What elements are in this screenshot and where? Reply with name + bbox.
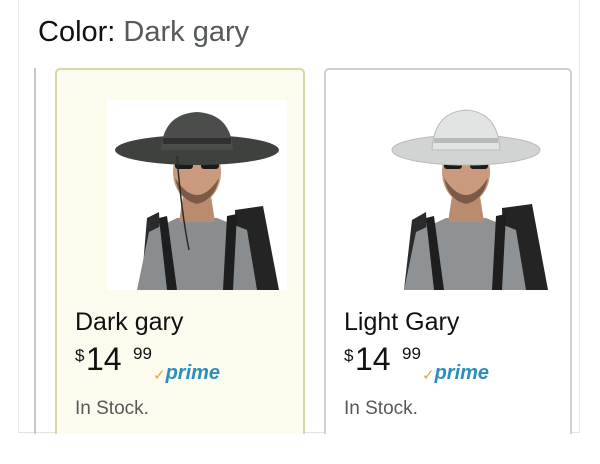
availability-status: In Stock.: [75, 398, 149, 419]
availability-status: In Stock.: [344, 398, 418, 419]
color-option-light-gary[interactable]: Light Gary $ 14 99 ✓prime In Stock.: [324, 68, 572, 434]
prime-check-icon: ✓: [153, 367, 166, 384]
color-option-dark-gary[interactable]: Dark gary $ 14 99 ✓prime In Stock.: [55, 68, 305, 434]
product-image-dark-hat: [107, 100, 287, 290]
option-name: Light Gary: [344, 308, 460, 336]
prime-label: prime: [434, 362, 490, 384]
price-fraction: 99: [402, 344, 421, 363]
color-label: Color:: [38, 16, 116, 48]
prime-badge: ✓prime: [422, 361, 489, 385]
prime-label: prime: [165, 362, 221, 384]
previous-option-card-edge[interactable]: [24, 68, 36, 434]
color-selection-header: Color: Dark gary: [38, 14, 249, 50]
divider: [579, 0, 580, 432]
product-image-light-hat: [376, 100, 556, 290]
price-whole: 14: [355, 341, 391, 377]
prime-badge: ✓prime: [153, 361, 220, 385]
color-variant-selector: Color: Dark gary Dark gary $ 14 99 ✓prim…: [0, 0, 600, 464]
divider: [18, 0, 19, 432]
prime-check-icon: ✓: [422, 367, 435, 384]
price-currency-symbol: $: [344, 346, 354, 365]
selected-color-value: Dark gary: [123, 16, 250, 48]
option-name: Dark gary: [75, 308, 184, 336]
price-currency-symbol: $: [75, 346, 85, 365]
price-fraction: 99: [133, 344, 152, 363]
price-whole: 14: [86, 341, 122, 377]
